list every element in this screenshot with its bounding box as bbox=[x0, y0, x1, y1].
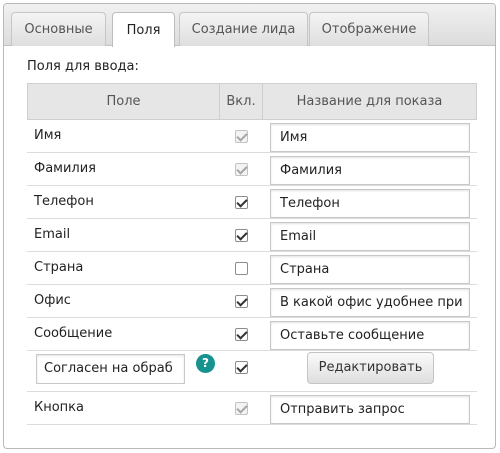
header-field: Поле bbox=[106, 94, 141, 109]
custom-field-input[interactable]: Согласен на обраб bbox=[36, 354, 185, 384]
table-row: Email Email bbox=[27, 219, 477, 252]
table-row: Офис В какой офис удобнее при bbox=[27, 285, 477, 318]
header-display-name: Название для показа bbox=[296, 94, 443, 109]
display-name-input[interactable]: Телефон bbox=[270, 189, 470, 218]
display-name-input[interactable]: В какой офис удобнее при bbox=[270, 288, 470, 317]
checkbox-icon[interactable] bbox=[235, 229, 248, 242]
checkbox-icon[interactable] bbox=[235, 262, 248, 275]
edit-button[interactable]: Редактировать bbox=[307, 352, 434, 384]
field-name: Кнопка bbox=[34, 400, 85, 415]
table-row: Имя Имя bbox=[27, 120, 477, 153]
table-row: Фамилия Фамилия bbox=[27, 153, 477, 186]
checkbox-icon[interactable] bbox=[235, 196, 248, 209]
checkbox-icon[interactable] bbox=[235, 295, 248, 308]
section-label: Поля для ввода: bbox=[27, 59, 139, 74]
display-name-input[interactable]: Имя bbox=[270, 123, 470, 152]
table-header: Поле Вкл. Название для показа bbox=[27, 83, 477, 120]
display-name-input[interactable]: Страна bbox=[270, 255, 470, 284]
table-row: Кнопка Отправить запрос bbox=[27, 392, 477, 425]
tab-bar: Основные Поля Создание лида Отображение bbox=[4, 4, 495, 47]
table-row: Телефон Телефон bbox=[27, 186, 477, 219]
header-enabled: Вкл. bbox=[226, 94, 256, 109]
question-mark-icon[interactable]: ? bbox=[196, 354, 215, 373]
tab-fields[interactable]: Поля bbox=[112, 12, 175, 47]
field-name: Страна bbox=[34, 260, 84, 275]
tab-main[interactable]: Основные bbox=[11, 12, 106, 46]
tab-lead-creation[interactable]: Создание лида bbox=[179, 12, 308, 46]
checkbox-icon[interactable] bbox=[235, 402, 248, 415]
display-name-input[interactable]: Отправить запрос bbox=[270, 395, 470, 424]
field-name: Офис bbox=[34, 293, 71, 308]
table-row: Согласен на обраб ? Редактировать bbox=[27, 351, 477, 392]
field-name: Имя bbox=[34, 128, 62, 143]
checkbox-icon[interactable] bbox=[235, 328, 248, 341]
table-row: Сообщение Оставьте сообщение bbox=[27, 318, 477, 351]
checkbox-icon[interactable] bbox=[235, 361, 248, 374]
settings-panel: Основные Поля Создание лида Отображение … bbox=[3, 3, 496, 449]
checkbox-icon[interactable] bbox=[235, 130, 248, 143]
display-name-input[interactable]: Email bbox=[270, 222, 470, 251]
field-name: Email bbox=[34, 227, 71, 242]
display-name-input[interactable]: Оставьте сообщение bbox=[270, 321, 470, 350]
display-name-input[interactable]: Фамилия bbox=[270, 156, 470, 185]
checkbox-icon[interactable] bbox=[235, 163, 248, 176]
field-name: Телефон bbox=[34, 194, 94, 209]
table-row: Страна Страна bbox=[27, 252, 477, 285]
field-name: Сообщение bbox=[34, 326, 113, 341]
field-name: Фамилия bbox=[34, 161, 96, 176]
tab-display[interactable]: Отображение bbox=[309, 12, 429, 46]
